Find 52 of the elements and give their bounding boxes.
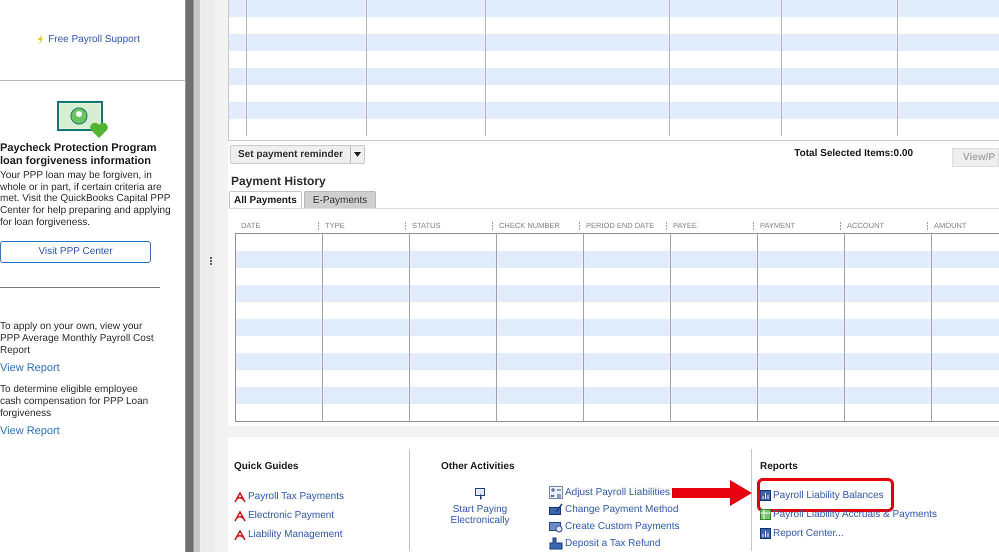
support-link[interactable]: Free Payroll Support bbox=[48, 32, 140, 47]
history-tab[interactable]: E-Payments bbox=[304, 191, 376, 208]
promo-title: Paycheck Protection Program loan forgiveness information bbox=[0, 142, 158, 168]
caret-icon bbox=[354, 152, 362, 157]
table-row[interactable] bbox=[236, 251, 999, 268]
pdf-icon bbox=[234, 510, 246, 522]
other-activities-title: Other Activities bbox=[441, 460, 516, 474]
quick-guides-title: Quick Guides bbox=[234, 460, 300, 474]
touch-screen-icon bbox=[475, 488, 485, 501]
start-paying-link[interactable]: Start Paying Electronically bbox=[441, 504, 519, 526]
report-note: To determine eligible employee cash compensation for PPP Loan forgiveness bbox=[0, 384, 150, 420]
table-row[interactable] bbox=[236, 319, 999, 336]
table-row[interactable] bbox=[229, 68, 999, 85]
payment-history-title: Payment History bbox=[231, 173, 327, 190]
table-row[interactable] bbox=[236, 387, 999, 404]
visit-ppp-center-button[interactable]: Visit PPP Center bbox=[0, 240, 151, 263]
splitter-handle[interactable] bbox=[194, 0, 215, 552]
table-row[interactable] bbox=[236, 285, 999, 302]
card-icon bbox=[549, 520, 563, 533]
table-row[interactable] bbox=[229, 0, 999, 17]
scrollbar[interactable] bbox=[185, 0, 194, 552]
reminder-split-button[interactable]: Set payment reminder bbox=[230, 145, 366, 164]
view-report-link[interactable]: View Report bbox=[0, 423, 185, 440]
promo-text: Your PPP loan may be forgiven, in whole or in part, if certain criteria are met. Visit the QuickBooks Capital PPP Center for help preparing and applying for loan forgiveness. bbox=[0, 170, 172, 229]
calculator-icon bbox=[549, 486, 563, 499]
guide-link[interactable]: Electronic Payment bbox=[248, 508, 334, 523]
activity-link[interactable]: Deposit a Tax Refund bbox=[565, 536, 660, 551]
spreadsheet-icon bbox=[760, 509, 771, 520]
activity-link[interactable]: Adjust Payroll Liabilities bbox=[565, 485, 670, 500]
guide-link[interactable]: Liability Management bbox=[248, 527, 342, 542]
activity-link[interactable]: Create Custom Payments bbox=[565, 519, 680, 534]
report-link[interactable]: Payroll Liability Balances bbox=[773, 488, 884, 503]
reports-title: Reports bbox=[760, 460, 799, 474]
report-link[interactable]: Payroll Liability Accruals & Payments bbox=[773, 507, 937, 522]
view-report-link[interactable]: View Report bbox=[0, 360, 185, 376]
report-link[interactable]: Report Center... bbox=[773, 526, 844, 541]
activity-link[interactable]: Change Payment Method bbox=[565, 502, 678, 517]
bar-chart-icon bbox=[760, 528, 771, 539]
table-row[interactable] bbox=[229, 34, 999, 51]
total-selected-label: Total Selected Items:0.00 bbox=[794, 147, 913, 161]
table-row[interactable] bbox=[229, 102, 999, 119]
guide-link[interactable]: Payroll Tax Payments bbox=[248, 489, 344, 504]
history-tab[interactable]: All Payments bbox=[229, 191, 302, 208]
pdf-icon bbox=[234, 490, 246, 502]
lightning-icon bbox=[37, 34, 44, 45]
table-row[interactable] bbox=[236, 353, 999, 370]
check-writing-icon bbox=[549, 503, 563, 516]
hand-icon bbox=[549, 537, 563, 550]
bar-chart-icon bbox=[760, 490, 771, 501]
pdf-icon bbox=[234, 528, 246, 540]
report-note: To apply on your own, view your PPP Average Monthly Payroll Cost Report bbox=[0, 320, 155, 357]
money-heart-icon bbox=[56, 101, 108, 139]
